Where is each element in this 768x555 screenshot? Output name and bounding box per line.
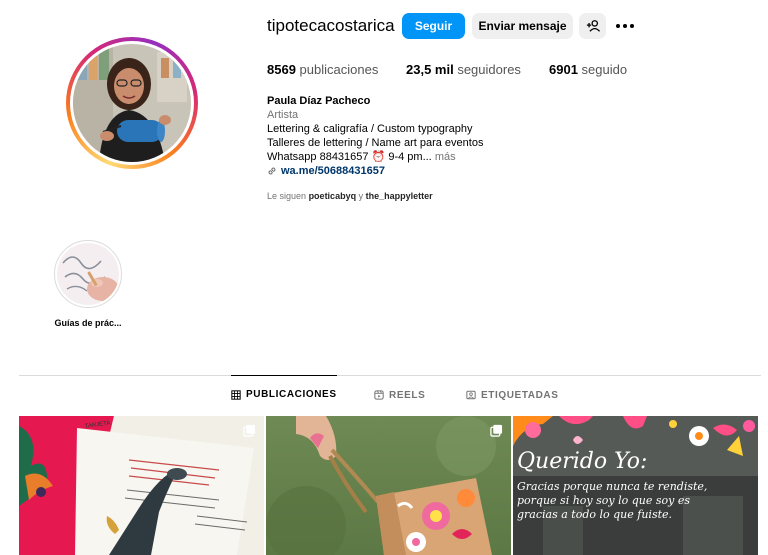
followed-by-prefix: Le siguen xyxy=(267,191,307,201)
stat-label: publicaciones xyxy=(299,62,379,77)
post-thumbnail[interactable]: Querido Yo: Gracias porque nunca te rend… xyxy=(513,416,758,555)
add-person-icon xyxy=(586,20,600,32)
bio-full-name: Paula Díaz Pacheco xyxy=(267,95,371,107)
lettering-line: Querido Yo: xyxy=(517,449,648,474)
bio-line: Talleres de lettering / Name art para ev… xyxy=(267,137,484,149)
send-message-button[interactable]: Enviar mensaje xyxy=(472,13,573,39)
stat-value: 8569 xyxy=(267,62,296,77)
stat-value: 23,5 mil xyxy=(406,62,454,77)
post-thumbnail[interactable]: TARJETA xyxy=(19,416,264,555)
stat-label: seguidores xyxy=(457,62,521,77)
post-thumbnail[interactable] xyxy=(266,416,511,555)
bio-category: Artista xyxy=(267,109,299,121)
avatar-gap xyxy=(70,41,194,165)
carousel-icon xyxy=(243,424,256,437)
story-highlight[interactable] xyxy=(54,240,122,308)
lettering-line: porque si hoy soy lo que soy es xyxy=(517,494,691,507)
highlight-label: Guías de prác... xyxy=(54,318,122,328)
profile-username: tipotecacostarica xyxy=(267,16,395,35)
bio-link-text: wa.me/50688431657 xyxy=(281,165,385,177)
tagged-icon xyxy=(466,390,476,400)
tab-label: REELS xyxy=(389,389,426,401)
lettering-line: Gracias porque nunca te rendiste, xyxy=(517,480,708,493)
followed-by-conj: y xyxy=(358,191,364,201)
followed-by-user: poeticabyq xyxy=(308,191,357,201)
stat-label: seguido xyxy=(581,62,628,77)
bio-line-truncated: Whatsapp 88431657 ⏰ 9-4 pm... más xyxy=(267,150,483,164)
follow-button[interactable]: Seguir xyxy=(402,13,465,39)
more-options-button[interactable] xyxy=(612,13,638,39)
carousel-icon xyxy=(490,424,503,437)
bio-truncated-text: Whatsapp 88431657 ⏰ 9-4 pm... xyxy=(267,151,432,163)
reels-icon xyxy=(374,390,384,400)
grid-icon xyxy=(231,389,241,400)
bio-line: Lettering & caligrafía / Custom typograp… xyxy=(267,123,473,135)
avatar[interactable] xyxy=(73,44,191,162)
tab-publicaciones[interactable]: PUBLICACIONES xyxy=(231,375,337,413)
tab-reels[interactable]: REELS xyxy=(374,376,425,414)
stat-following[interactable]: 6901 seguido xyxy=(549,62,627,78)
lettering-line: gracias a todo lo que fuiste. xyxy=(517,508,673,521)
profile-avatar-ring[interactable] xyxy=(66,37,198,169)
followed-by[interactable]: Le siguen poeticabyq y the_happyletter xyxy=(267,191,433,201)
tab-label: PUBLICACIONES xyxy=(246,389,337,400)
stat-posts: 8569 publicaciones xyxy=(267,62,378,78)
suggest-user-button[interactable] xyxy=(579,13,606,39)
tab-etiquetadas[interactable]: ETIQUETADAS xyxy=(466,376,559,414)
post-lettering: Querido Yo: Gracias porque nunca te rend… xyxy=(517,450,757,522)
bio-more-link[interactable]: más xyxy=(435,151,456,163)
stat-followers[interactable]: 23,5 mil seguidores xyxy=(406,62,521,78)
tab-label: ETIQUETADAS xyxy=(481,389,559,401)
ellipsis-icon xyxy=(616,24,634,28)
link-icon xyxy=(268,167,276,175)
stat-value: 6901 xyxy=(549,62,578,77)
profile-bio: Paula Díaz Pacheco Artista Lettering & c… xyxy=(267,94,483,178)
bio-external-link[interactable]: wa.me/50688431657 xyxy=(267,164,483,178)
highlight-cover xyxy=(57,243,119,305)
followed-by-user: the_happyletter xyxy=(365,191,433,201)
